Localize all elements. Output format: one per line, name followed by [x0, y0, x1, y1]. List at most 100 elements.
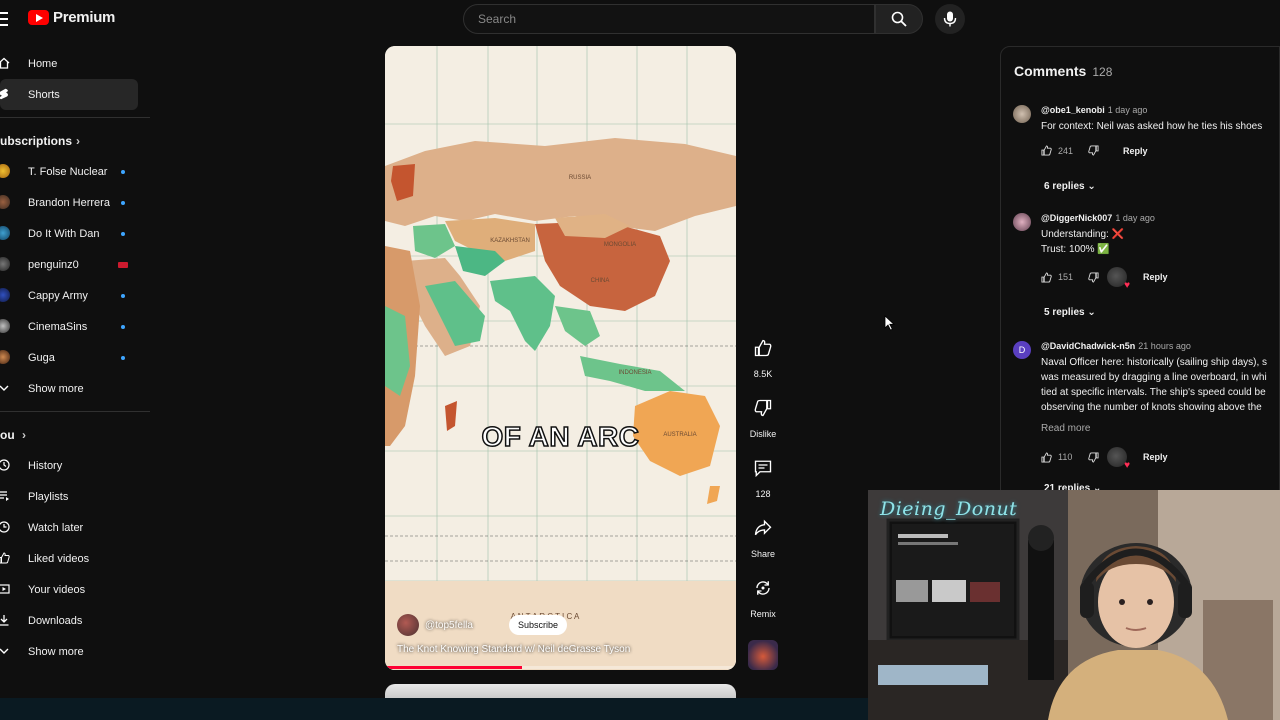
- subscriptions-title: ubscriptions: [0, 133, 73, 148]
- sidebar-item-subscription[interactable]: Do It With Dan: [0, 218, 150, 249]
- comment-line: observing the number of knots showing ab…: [1041, 402, 1262, 413]
- sidebar-item-subscription[interactable]: Brandon Herrera: [0, 187, 150, 218]
- thumbs-up-icon[interactable]: [1041, 451, 1052, 463]
- like-count: 151: [1058, 272, 1074, 282]
- sidebar-item-subscription[interactable]: CinemaSins: [0, 311, 150, 342]
- share-circle[interactable]: [745, 510, 781, 546]
- sidebar-item-subscription[interactable]: penguinz0: [0, 249, 150, 280]
- comment-author[interactable]: @DavidChadwick-n5n: [1041, 341, 1135, 351]
- webcam-overlay: Dieing_Donut: [868, 490, 1280, 720]
- remix-icon: [756, 581, 770, 595]
- sidebar-item-history[interactable]: History: [0, 450, 150, 481]
- video-progress-bar[interactable]: [385, 666, 736, 669]
- search-icon: [891, 11, 907, 27]
- avatar[interactable]: D: [1013, 341, 1031, 359]
- thumbs-up-icon[interactable]: [1041, 271, 1052, 283]
- comments-circle[interactable]: [745, 450, 781, 486]
- search-box[interactable]: [463, 4, 875, 34]
- video-title[interactable]: The Knot Knowing Standard w/ Neil deGras…: [397, 644, 630, 655]
- reply-button[interactable]: Reply: [1143, 452, 1168, 462]
- sidebar-item-label: Liked videos: [28, 552, 90, 565]
- avatar[interactable]: [1013, 213, 1031, 231]
- view-replies-button[interactable]: 6 replies ⌄: [1044, 181, 1096, 192]
- reply-button[interactable]: Reply: [1123, 146, 1148, 156]
- sidebar-item-watch-later[interactable]: Watch later: [0, 512, 150, 543]
- sidebar-item-shorts[interactable]: Shorts: [0, 79, 138, 110]
- live-indicator: [118, 262, 128, 268]
- comment-line: tied at specific intervals. The ship's s…: [1041, 387, 1266, 398]
- sidebar-item-playlists[interactable]: Playlists: [0, 481, 150, 512]
- sidebar-divider: [0, 117, 150, 118]
- read-more-link[interactable]: Read more: [1041, 423, 1090, 434]
- subscribe-button[interactable]: Subscribe: [508, 615, 567, 635]
- you-show-more[interactable]: Show more: [0, 636, 150, 667]
- sidebar-item-label: History: [28, 459, 63, 472]
- chevron-down-icon: [0, 648, 9, 654]
- menu-icon[interactable]: [0, 12, 8, 26]
- channel-avatar[interactable]: [397, 614, 419, 636]
- voice-search-button[interactable]: [935, 4, 965, 34]
- dislike-circle[interactable]: [745, 390, 781, 426]
- webcam-scene: [868, 490, 1280, 720]
- thumbs-down-icon[interactable]: [1088, 451, 1099, 463]
- sidebar-item-label: Watch later: [28, 521, 84, 534]
- avatar[interactable]: [1013, 105, 1031, 123]
- comment-line: Naval Officer here: historically (sailin…: [1041, 357, 1268, 368]
- comment-line: Understanding: ❌: [1041, 229, 1125, 240]
- thumbs-down-icon[interactable]: [1088, 271, 1099, 283]
- dislike-label: Dislike: [749, 429, 777, 439]
- subscriptions-show-more[interactable]: Show more: [0, 373, 150, 404]
- comment-time[interactable]: 1 day ago: [1115, 213, 1155, 223]
- sidebar-item-subscription[interactable]: Cappy Army: [0, 280, 150, 311]
- sound-thumbnail[interactable]: [748, 640, 778, 670]
- like-count: 241: [1058, 145, 1074, 156]
- comment-author[interactable]: @DiggerNick007: [1041, 213, 1112, 223]
- thumbs-up-icon: [754, 339, 772, 357]
- sidebar-item-subscription[interactable]: Guga: [0, 342, 150, 373]
- thumbs-down-icon[interactable]: [1088, 145, 1099, 156]
- comment-author[interactable]: @obe1_kenobi: [1041, 105, 1105, 115]
- sidebar-item-liked-videos[interactable]: Liked videos: [0, 543, 150, 574]
- sidebar-item-downloads[interactable]: Downloads: [0, 605, 150, 636]
- sidebar-divider: [0, 411, 150, 412]
- view-replies-button[interactable]: 5 replies ⌄: [1044, 307, 1096, 318]
- remix-button[interactable]: Remix: [740, 570, 786, 630]
- sidebar-item-label: CinemaSins: [28, 320, 88, 333]
- home-icon: [0, 57, 10, 69]
- sidebar-item-label: Playlists: [28, 490, 69, 503]
- share-button[interactable]: Share: [740, 510, 786, 570]
- sidebar-item-home[interactable]: Home: [0, 48, 150, 79]
- comment-text: Understanding: ❌ Trust: 100% ✅: [1041, 227, 1279, 257]
- like-count: 110: [1058, 452, 1073, 462]
- youtube-premium-logo[interactable]: Premium: [28, 9, 115, 26]
- replies-label: 5 replies: [1044, 307, 1085, 318]
- search-input[interactable]: [478, 5, 858, 33]
- search-button[interactable]: [875, 4, 923, 34]
- like-button[interactable]: 8.5K: [740, 330, 786, 390]
- sidebar-item-your-videos[interactable]: Your videos: [0, 574, 150, 605]
- comment-actions: 151 Reply: [1041, 267, 1168, 291]
- comment-time[interactable]: 1 day ago: [1108, 105, 1148, 115]
- comments-button[interactable]: 128: [740, 450, 786, 510]
- shorts-player[interactable]: RUSSIA KAZAKHSTAN MONGOLIA CHINA INDONES…: [385, 46, 736, 670]
- thumbs-up-icon[interactable]: [1041, 145, 1052, 156]
- remix-circle[interactable]: [745, 570, 781, 606]
- like-circle[interactable]: [745, 330, 781, 366]
- avatar: [0, 288, 10, 302]
- avatar: [0, 350, 10, 364]
- subscriptions-heading[interactable]: ubscriptions ›: [0, 125, 150, 156]
- sidebar-item-label: Do It With Dan: [28, 227, 100, 240]
- share-icon: [754, 519, 772, 536]
- dislike-button[interactable]: Dislike: [740, 390, 786, 450]
- sidebar-item-subscription[interactable]: T. Folse Nuclear: [0, 156, 150, 187]
- channel-name[interactable]: @top5fella: [425, 620, 473, 631]
- comment-time[interactable]: 21 hours ago: [1138, 341, 1191, 351]
- comment-line: Trust: 100% ✅: [1041, 244, 1110, 255]
- reply-button[interactable]: Reply: [1143, 272, 1168, 282]
- you-title: ou: [0, 427, 15, 442]
- svg-text:KAZAKHSTAN: KAZAKHSTAN: [490, 238, 530, 244]
- you-heading[interactable]: ou ›: [0, 419, 150, 450]
- comment-actions: 241 Reply: [1041, 145, 1148, 156]
- comments-title: Comments: [1014, 63, 1087, 79]
- short-actions: 8.5K Dislike 128 Share Remix: [740, 330, 786, 630]
